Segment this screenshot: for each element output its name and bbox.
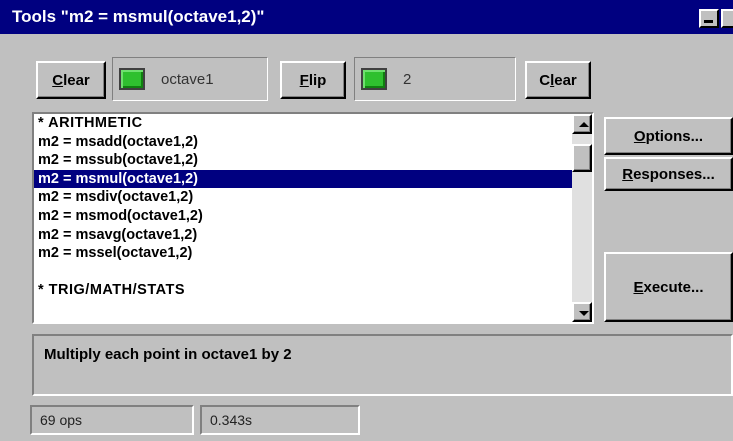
minimize-button[interactable]: [699, 9, 719, 28]
function-list-items: * ARITHMETIC m2 = msadd(octave1,2) m2 = ms…: [34, 114, 572, 299]
title-bar[interactable]: Tools "m2 = msmul(octave1,2)": [0, 0, 733, 34]
operand2-field[interactable]: 2: [354, 57, 516, 101]
status-ops: 69 ops: [30, 405, 194, 435]
operand1-value: octave1: [161, 70, 214, 88]
status-ops-text: 69 ops: [40, 412, 83, 428]
list-item[interactable]: m2 = msavg(octave1,2): [34, 226, 572, 245]
status-time-text: 0.343s: [210, 412, 253, 428]
description-panel: Multiply each point in octave1 by 2: [32, 334, 733, 396]
maximize-button[interactable]: [721, 9, 733, 28]
arrow-up-icon: [579, 122, 589, 127]
description-text: Multiply each point in octave1 by 2: [44, 346, 292, 363]
list-item[interactable]: m2 = mssub(octave1,2): [34, 151, 572, 170]
operand2-value: 2: [403, 70, 412, 88]
options-button[interactable]: Options...: [604, 117, 733, 155]
list-item[interactable]: m2 = msdiv(octave1,2): [34, 188, 572, 207]
list-item[interactable]: m2 = msmod(octave1,2): [34, 207, 572, 226]
responses-button[interactable]: Responses...: [604, 157, 733, 191]
clear-right-button[interactable]: Cl ear: [525, 61, 591, 99]
window-title: Tools "m2 = msmul(octave1,2)": [12, 7, 265, 26]
scroll-up-button[interactable]: [572, 114, 592, 134]
scroll-thumb[interactable]: [572, 144, 592, 172]
execute-button[interactable]: Execute...: [604, 252, 733, 322]
list-item[interactable]: m2 = mssel(octave1,2): [34, 244, 572, 263]
function-list[interactable]: * ARITHMETIC m2 = msadd(octave1,2) m2 = ms…: [32, 112, 594, 324]
minimize-icon: [704, 20, 713, 23]
clear-left-button[interactable]: Clear: [36, 61, 106, 99]
list-scrollbar[interactable]: [572, 114, 592, 322]
flip-button[interactable]: Flip: [280, 61, 346, 99]
list-item[interactable]: m2 = msmul(octave1,2): [34, 169, 572, 189]
list-category-header[interactable]: * TRIG/MATH/STATS: [34, 281, 572, 300]
operand2-indicator-icon: [361, 68, 387, 90]
operand1-indicator-icon: [119, 68, 145, 90]
scroll-down-button[interactable]: [572, 302, 592, 322]
list-item[interactable]: m2 = msadd(octave1,2): [34, 133, 572, 152]
operand1-field[interactable]: octave1: [112, 57, 268, 101]
status-time: 0.343s: [200, 405, 360, 435]
arrow-down-icon: [579, 311, 589, 316]
list-category-header[interactable]: * ARITHMETIC: [34, 114, 572, 133]
title-buttons: [699, 9, 733, 28]
